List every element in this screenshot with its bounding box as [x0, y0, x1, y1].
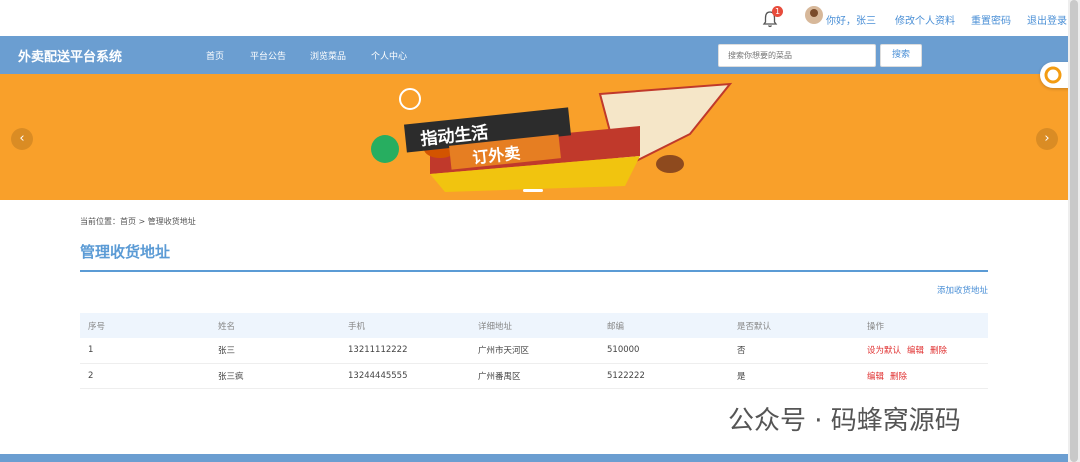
- table-row: 2 张三疯 13244445555 广州番禺区 5122222 是 编辑 删除: [80, 363, 988, 388]
- set-default-button[interactable]: 设为默认: [867, 346, 901, 356]
- greeting-text[interactable]: 你好，张三: [826, 12, 876, 27]
- add-address-link[interactable]: 添加收货地址: [937, 284, 988, 296]
- cell-name: 张三: [218, 346, 236, 357]
- avatar[interactable]: [805, 6, 823, 24]
- cell-default: 否: [737, 346, 746, 357]
- banner-next-arrow-icon[interactable]: ›: [1036, 128, 1058, 150]
- footer-bar: [0, 454, 1068, 462]
- cell-name: 张三疯: [218, 371, 244, 382]
- side-float-tool[interactable]: [1040, 62, 1070, 88]
- reset-password-link[interactable]: 重置密码: [971, 12, 1011, 27]
- breadcrumb-separator: >: [136, 217, 148, 226]
- nav-item-home[interactable]: 首页: [206, 49, 224, 62]
- top-bar: 1 你好，张三 修改个人资料 重置密码 退出登录: [0, 0, 1080, 36]
- search-input[interactable]: [718, 44, 876, 67]
- nav-item-browse-dishes[interactable]: 浏览菜品: [310, 49, 346, 62]
- watermark-text: 公众号 · 码蜂窝源码: [728, 406, 961, 436]
- cell-no: 1: [88, 345, 94, 356]
- title-divider: [80, 270, 988, 272]
- breadcrumb-current: 管理收货地址: [147, 217, 196, 226]
- cell-actions: 编辑 删除: [859, 363, 988, 388]
- banner-indicator[interactable]: [523, 189, 543, 192]
- search-button[interactable]: 搜索: [880, 44, 922, 67]
- delete-button[interactable]: 删除: [890, 372, 907, 382]
- address-table: 序号 姓名 手机 详细地址 邮编 是否默认 操作 1 张三 1321111222…: [80, 313, 988, 389]
- nav-item-personal-center[interactable]: 个人中心: [371, 49, 407, 62]
- edit-button[interactable]: 编辑: [907, 346, 924, 356]
- brand-title[interactable]: 外卖配送平台系统: [18, 46, 122, 65]
- promo-banner[interactable]: 指动生活 订外卖 ‹ ›: [0, 74, 1068, 200]
- cell-address: 广州市天河区: [478, 346, 530, 357]
- col-header-default: 是否默认: [737, 321, 772, 332]
- page-title: 管理收货地址: [80, 243, 171, 261]
- table-row: 1 张三 13211112222 广州市天河区 510000 否 设为默认 编辑删…: [80, 338, 988, 363]
- col-header-phone: 手机: [348, 321, 366, 332]
- cell-phone: 13211112222: [348, 345, 408, 356]
- col-header-name: 姓名: [218, 321, 236, 332]
- cell-zip: 5122222: [607, 370, 645, 381]
- delete-button[interactable]: 删除: [930, 346, 947, 356]
- col-header-address: 详细地址: [478, 321, 513, 332]
- nav-item-announcements[interactable]: 平台公告: [250, 49, 286, 62]
- cell-no: 2: [88, 370, 94, 381]
- edit-profile-link[interactable]: 修改个人资料: [895, 12, 955, 27]
- notification-badge: 1: [772, 6, 783, 17]
- logout-link[interactable]: 退出登录: [1027, 12, 1067, 27]
- cell-default: 是: [737, 371, 746, 382]
- banner-prev-arrow-icon[interactable]: ‹: [11, 128, 33, 150]
- breadcrumb-prefix: 当前位置：: [80, 217, 120, 226]
- breadcrumb-home-link[interactable]: 首页: [120, 217, 136, 226]
- table-header-row: 序号 姓名 手机 详细地址 邮编 是否默认 操作: [80, 313, 988, 338]
- col-header-no: 序号: [88, 321, 106, 332]
- edit-button[interactable]: 编辑: [867, 372, 884, 382]
- cell-phone: 13244445555: [348, 370, 408, 381]
- cell-zip: 510000: [607, 345, 640, 356]
- banner-illustration: 指动生活 订外卖: [371, 82, 733, 192]
- cell-address: 广州番禺区: [478, 371, 521, 382]
- cell-actions: 设为默认 编辑 删除: [859, 338, 988, 363]
- col-header-zip: 邮编: [607, 321, 625, 332]
- scrollbar-thumb[interactable]: [1070, 0, 1078, 462]
- breadcrumb: 当前位置：首页 > 管理收货地址: [80, 216, 196, 227]
- col-header-actions: 操作: [867, 321, 885, 332]
- main-navbar: 外卖配送平台系统 首页 平台公告 浏览菜品 个人中心 搜索: [0, 36, 1068, 74]
- flower-icon: [1044, 66, 1062, 84]
